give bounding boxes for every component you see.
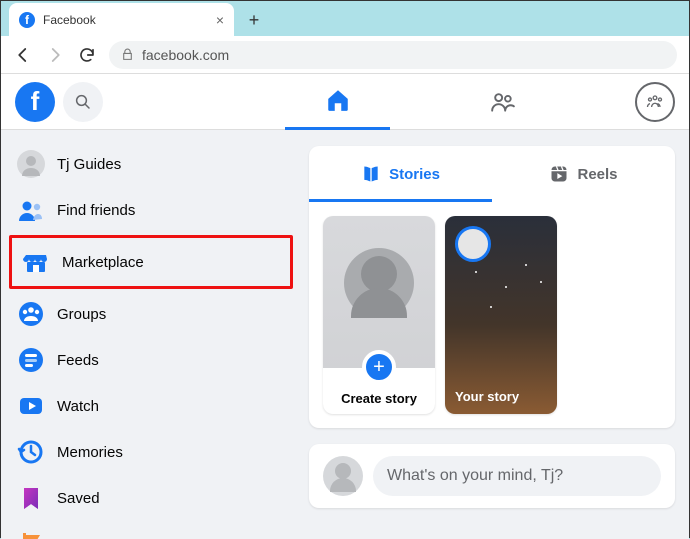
sidebar-item-label: Watch bbox=[57, 398, 99, 415]
sidebar-item-pages[interactable]: Pages bbox=[9, 522, 293, 539]
close-tab-icon[interactable]: × bbox=[216, 12, 224, 28]
browser-chrome: f Facebook × + facebook.com bbox=[1, 1, 689, 74]
tab-stories-label: Stories bbox=[389, 166, 440, 183]
search-icon bbox=[74, 93, 92, 111]
highlight-marketplace: Marketplace bbox=[9, 235, 293, 289]
back-button[interactable] bbox=[13, 45, 33, 65]
tab-title: Facebook bbox=[43, 13, 96, 27]
lock-icon bbox=[121, 48, 134, 61]
content-area: Tj Guides Find friends Marketplace Group… bbox=[1, 130, 689, 539]
marketplace-icon bbox=[22, 248, 50, 276]
sidebar-item-groups[interactable]: Groups bbox=[9, 292, 293, 336]
center-navigation bbox=[285, 74, 555, 130]
sidebar-item-memories[interactable]: Memories bbox=[9, 430, 293, 474]
saved-icon bbox=[17, 484, 45, 512]
compose-placeholder: What's on your mind, Tj? bbox=[387, 467, 563, 485]
find-friends-icon bbox=[17, 196, 45, 224]
sidebar-item-label: Pages bbox=[57, 536, 100, 539]
forward-button[interactable] bbox=[45, 45, 65, 65]
tab-strip: f Facebook × + bbox=[1, 1, 689, 36]
sidebar-item-profile[interactable]: Tj Guides bbox=[9, 142, 293, 186]
facebook-logo[interactable]: f bbox=[15, 82, 55, 122]
sidebar-item-find-friends[interactable]: Find friends bbox=[9, 188, 293, 232]
compose-input[interactable]: What's on your mind, Tj? bbox=[373, 456, 661, 496]
search-button[interactable] bbox=[63, 82, 103, 122]
sidebar-item-watch[interactable]: Watch bbox=[9, 384, 293, 428]
sidebar-item-label: Saved bbox=[57, 490, 100, 507]
browser-tab[interactable]: f Facebook × bbox=[9, 3, 234, 36]
facebook-header: f bbox=[1, 74, 689, 130]
memories-icon bbox=[17, 438, 45, 466]
sidebar-item-label: Memories bbox=[57, 444, 123, 461]
main-feed: Stories Reels Create story + bbox=[301, 130, 689, 539]
sidebar-item-label: Feeds bbox=[57, 352, 99, 369]
watch-icon bbox=[17, 392, 45, 420]
avatar-placeholder-icon bbox=[344, 248, 414, 318]
friends-icon bbox=[490, 89, 516, 115]
reels-icon bbox=[549, 164, 569, 184]
compose-avatar-icon bbox=[323, 456, 363, 496]
sidebar-item-label: Find friends bbox=[57, 202, 135, 219]
your-story-card[interactable]: Your story bbox=[445, 216, 557, 414]
sidebar-item-label: Marketplace bbox=[62, 254, 144, 271]
tab-reels-label: Reels bbox=[577, 166, 617, 183]
feeds-icon bbox=[17, 346, 45, 374]
url-text: facebook.com bbox=[142, 47, 229, 63]
nav-friends[interactable] bbox=[450, 74, 555, 130]
groups-button[interactable] bbox=[635, 82, 675, 122]
create-story-card[interactable]: Create story + bbox=[323, 216, 435, 414]
groups-icon bbox=[17, 300, 45, 328]
stories-card: Stories Reels Create story + bbox=[309, 146, 675, 428]
sidebar-item-feeds[interactable]: Feeds bbox=[9, 338, 293, 382]
sidebar-item-label: Groups bbox=[57, 306, 106, 323]
your-story-label: Your story bbox=[455, 389, 547, 404]
sidebar-item-saved[interactable]: Saved bbox=[9, 476, 293, 520]
address-bar: facebook.com bbox=[1, 36, 689, 74]
profile-avatar-icon bbox=[17, 150, 45, 178]
groups-icon bbox=[645, 92, 665, 112]
tab-reels[interactable]: Reels bbox=[492, 146, 675, 202]
sidebar-item-label: Tj Guides bbox=[57, 156, 121, 173]
home-icon bbox=[325, 87, 351, 113]
stories-icon bbox=[361, 164, 381, 184]
sidebar-item-marketplace[interactable]: Marketplace bbox=[14, 240, 288, 284]
tab-stories[interactable]: Stories bbox=[309, 146, 492, 202]
story-avatar-icon bbox=[455, 226, 491, 262]
reload-button[interactable] bbox=[77, 45, 97, 65]
new-tab-button[interactable]: + bbox=[240, 6, 268, 34]
plus-icon: + bbox=[362, 350, 396, 384]
stories-tabs: Stories Reels bbox=[309, 146, 675, 202]
stories-row: Create story + Your story bbox=[309, 202, 675, 428]
right-navigation bbox=[635, 82, 675, 122]
nav-home[interactable] bbox=[285, 74, 390, 130]
compose-card: What's on your mind, Tj? bbox=[309, 444, 675, 508]
url-input[interactable]: facebook.com bbox=[109, 41, 677, 69]
facebook-favicon: f bbox=[19, 12, 35, 28]
left-sidebar: Tj Guides Find friends Marketplace Group… bbox=[1, 130, 301, 539]
compose-row: What's on your mind, Tj? bbox=[309, 444, 675, 508]
